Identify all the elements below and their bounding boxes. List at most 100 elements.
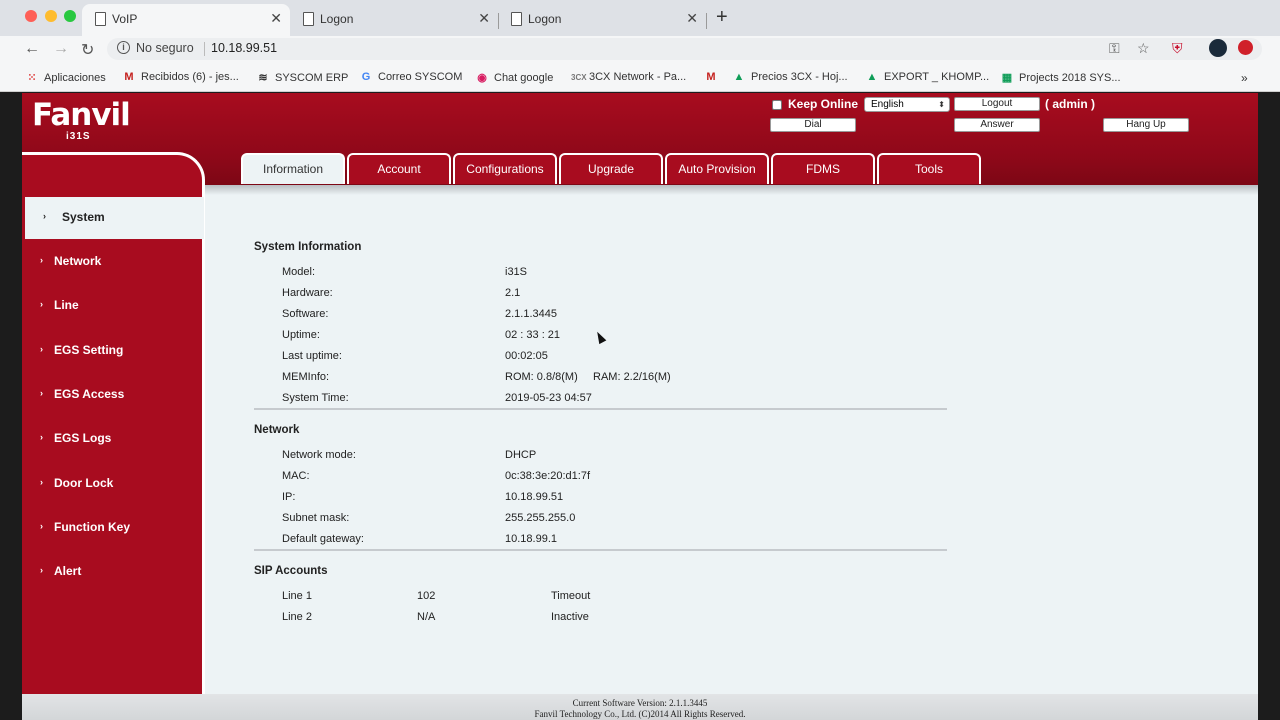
sidebar-item-alert[interactable]: › Alert	[22, 551, 202, 593]
bookmark-label: 3CX Network - Pa...	[589, 71, 687, 83]
sidebar-item-label: System	[62, 210, 105, 224]
gmail-icon: M	[124, 71, 134, 83]
bookmark-gmail[interactable]: M	[705, 71, 723, 83]
language-select[interactable]: English ⬍	[864, 97, 950, 112]
system-time-value: 2019-05-23 04:57	[505, 392, 592, 404]
sidebar-item-door-lock[interactable]: › Door Lock	[22, 463, 202, 505]
mac-label: MAC:	[282, 470, 310, 482]
sidebar-item-egs-logs[interactable]: › EGS Logs	[22, 418, 202, 460]
bookmark-recibidos[interactable]: M Recibidos (6) - jes...	[123, 71, 239, 83]
close-tab-icon[interactable]: ✕	[686, 10, 698, 27]
sidebar-item-label: Function Key	[54, 520, 131, 534]
bookmark-correo-syscom[interactable]: G Correo SYSCOM	[360, 71, 463, 83]
close-tab-icon[interactable]: ✕	[478, 10, 490, 27]
update-icon[interactable]	[1238, 40, 1253, 55]
close-window-icon[interactable]	[25, 10, 37, 22]
sidebar-item-egs-access[interactable]: › EGS Access	[22, 374, 202, 416]
gmail-icon: M	[706, 71, 716, 83]
tab-account[interactable]: Account	[347, 153, 451, 184]
url-text[interactable]: 10.18.99.51	[211, 41, 277, 55]
drive-icon: ▲	[733, 71, 745, 83]
sidebar-item-egs-setting[interactable]: › EGS Setting	[22, 330, 202, 372]
bookmark-label: Chat google	[494, 72, 554, 84]
browser-tab-logon-2[interactable]: Logon ✕	[498, 4, 707, 36]
bookmark-label: Projects 2018 SYS...	[1019, 72, 1121, 84]
chevron-right-icon: ›	[43, 211, 46, 221]
bookmark-3cx-network[interactable]: 3CX 3CX Network - Pa...	[571, 71, 686, 83]
logout-button[interactable]: Logout	[954, 97, 1040, 111]
security-label[interactable]: No seguro	[136, 41, 194, 55]
fanvil-logo: Fanvil	[32, 97, 131, 133]
sidebar-item-function-key[interactable]: › Function Key	[22, 507, 202, 549]
info-icon[interactable]: i	[117, 41, 130, 54]
dial-button[interactable]: Dial	[770, 118, 856, 132]
software-label: Software:	[282, 308, 329, 320]
close-tab-icon[interactable]: ✕	[270, 10, 282, 27]
meminfo-label: MEMInfo:	[282, 371, 330, 383]
forward-icon[interactable]: →	[53, 40, 69, 58]
subnet-mask-value: 255.255.255.0	[505, 512, 576, 524]
chevron-right-icon: ›	[40, 432, 43, 442]
tab-fdms[interactable]: FDMS	[771, 153, 875, 184]
reload-icon[interactable]: ↻	[81, 40, 94, 60]
bookmark-aplicaciones[interactable]: ⁙ Aplicaciones	[26, 71, 105, 84]
sidebar-item-label: Network	[54, 254, 102, 268]
google-icon: G	[361, 71, 371, 83]
sip-line-1-status: Timeout	[551, 590, 591, 602]
footer-version: Current Software Version: 2.1.1.3445	[572, 698, 708, 708]
maximize-window-icon[interactable]	[64, 10, 76, 22]
bookmark-syscom-erp[interactable]: ≋ SYSCOM ERP	[257, 71, 348, 84]
extension-shield-icon[interactable]: ⛨	[1172, 40, 1183, 57]
bookmark-projects-2018[interactable]: ▦ Projects 2018 SYS...	[1001, 71, 1121, 84]
bookmark-label: Recibidos (6) - jes...	[141, 71, 239, 83]
sidebar-item-line[interactable]: › Line	[22, 285, 202, 327]
profile-avatar-icon[interactable]	[1209, 39, 1227, 57]
model-label: Model:	[282, 266, 316, 278]
back-icon[interactable]: ←	[24, 40, 40, 58]
key-icon[interactable]: ⚿	[1109, 40, 1120, 57]
apps-grid-icon: ⁙	[27, 72, 37, 84]
browser-tab-logon[interactable]: Logon ✕	[290, 4, 499, 36]
section-title-sip-accounts: SIP Accounts	[254, 565, 328, 577]
answer-button[interactable]: Answer	[954, 118, 1040, 132]
bookmark-precios-3cx[interactable]: ▲ Precios 3CX - Hoj...	[733, 71, 848, 83]
sidebar-item-label: Line	[54, 298, 79, 312]
tab-upgrade[interactable]: Upgrade	[559, 153, 663, 184]
section-title-system-information: System Information	[254, 241, 362, 253]
tab-information[interactable]: Information	[241, 153, 345, 184]
bookmark-export-khomp[interactable]: ▲ EXPORT _ KHOMP...	[866, 71, 990, 83]
star-icon[interactable]: ☆	[1137, 40, 1150, 57]
model-value: i31S	[505, 266, 528, 278]
new-tab-icon[interactable]: +	[716, 6, 728, 29]
last-uptime-value: 00:02:05	[505, 350, 548, 362]
tab-separator	[706, 13, 707, 29]
section-divider	[254, 549, 947, 551]
sidebar-item-label: EGS Access	[54, 387, 125, 401]
chevron-right-icon: ›	[40, 477, 43, 487]
select-arrows-icon: ⬍	[938, 100, 945, 109]
address-bar[interactable]	[107, 38, 1262, 60]
uptime-value: 02 : 33 : 21	[505, 329, 561, 341]
tab-tools[interactable]: Tools	[877, 153, 981, 184]
ip-label: IP:	[282, 491, 296, 503]
minimize-window-icon[interactable]	[45, 10, 57, 22]
3cx-icon: 3CX	[571, 73, 587, 82]
sidebar-item-label: Alert	[54, 564, 82, 578]
sidebar-item-network[interactable]: › Network	[22, 241, 202, 283]
hang-up-button[interactable]: Hang Up	[1103, 118, 1189, 132]
device-model-label: i31S	[66, 131, 91, 142]
tab-auto-provision[interactable]: Auto Provision	[665, 153, 769, 184]
subnet-mask-label: Subnet mask:	[282, 512, 350, 524]
browser-tab-strip: VoIP ✕ Logon ✕ Logon ✕ +	[0, 0, 1280, 36]
last-uptime-label: Last uptime:	[282, 350, 342, 362]
meminfo-value: ROM: 0.8/8(M) RAM: 2.2/16(M)	[505, 371, 671, 383]
browser-tab-label: Logon	[528, 12, 562, 26]
keep-online-label: Keep Online	[788, 97, 859, 111]
drive-icon: ▲	[866, 71, 878, 83]
tab-configurations[interactable]: Configurations	[453, 153, 557, 184]
browser-tab-voip[interactable]: VoIP ✕	[82, 4, 290, 36]
bookmarks-overflow-icon[interactable]: »	[1241, 71, 1248, 85]
bookmark-chat-google[interactable]: ◉ Chat google	[476, 71, 553, 84]
keep-online-checkbox[interactable]	[772, 100, 782, 110]
sidebar-item-system[interactable]: › System	[25, 197, 204, 239]
